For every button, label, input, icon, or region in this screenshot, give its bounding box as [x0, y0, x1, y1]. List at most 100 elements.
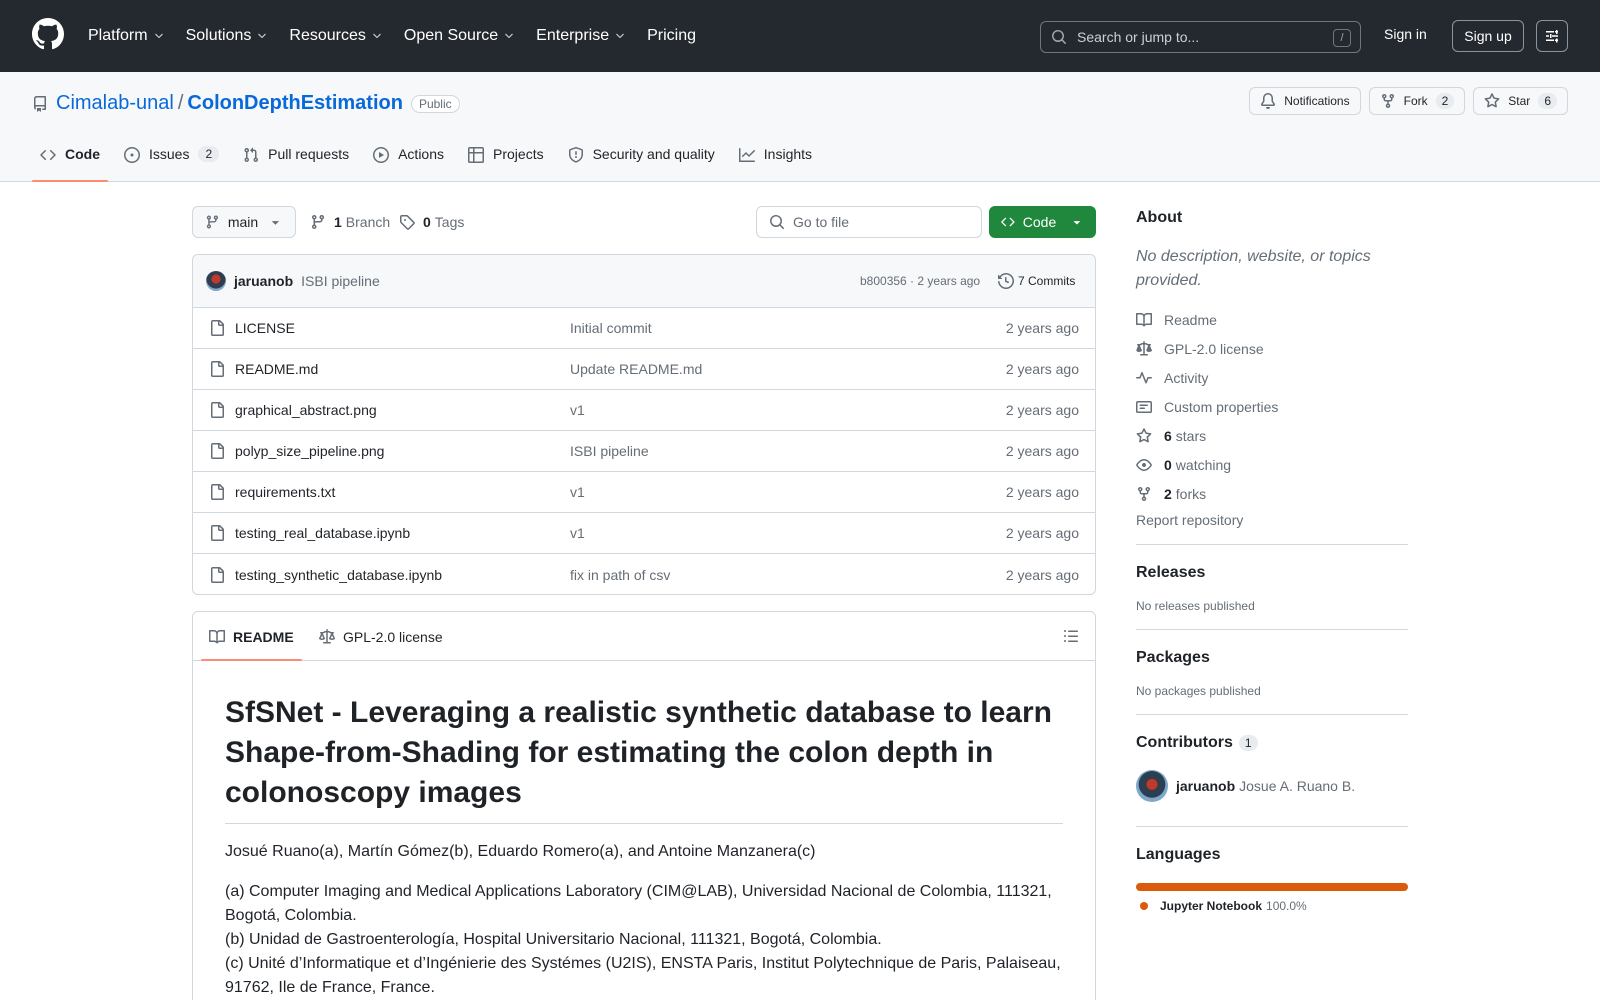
- tab-license[interactable]: GPL-2.0 license: [319, 612, 443, 661]
- search-input[interactable]: Search or jump to... /: [1040, 21, 1361, 53]
- tags-link[interactable]: 0 Tags: [399, 214, 464, 230]
- tab-readme[interactable]: README: [201, 612, 302, 661]
- file-commit-message-link[interactable]: v1: [570, 484, 585, 500]
- activity-link[interactable]: Activity: [1136, 363, 1408, 392]
- sign-up-button[interactable]: Sign up: [1452, 20, 1524, 52]
- appearance-settings-button[interactable]: [1536, 20, 1568, 52]
- tab-insights[interactable]: Insights: [731, 136, 820, 182]
- nav-label: Pricing: [647, 27, 696, 44]
- chevron-down-icon: [154, 33, 163, 39]
- file-name-link[interactable]: requirements.txt: [235, 484, 335, 500]
- commit-message-link[interactable]: ISBI pipeline: [301, 273, 380, 289]
- pulse-icon: [1136, 371, 1152, 383]
- file-commit-age: 2 years ago: [1005, 443, 1079, 459]
- readme-link[interactable]: Readme: [1136, 305, 1408, 334]
- custom-properties-link[interactable]: Custom properties: [1136, 392, 1408, 421]
- file-commit-message-link[interactable]: Update README.md: [570, 361, 702, 377]
- language-name: Jupyter Notebook: [1160, 899, 1263, 913]
- tab-code[interactable]: Code: [32, 136, 108, 182]
- stars-link[interactable]: 6 stars: [1136, 421, 1408, 450]
- sign-in-link[interactable]: Sign in: [1384, 26, 1427, 42]
- nav-open-source[interactable]: Open Source: [404, 27, 515, 45]
- list-outline-icon[interactable]: [1063, 628, 1079, 644]
- branches-link[interactable]: 1 Branch: [310, 214, 390, 230]
- report-repository-link[interactable]: Report repository: [1136, 512, 1408, 528]
- contributor-name: Josue A. Ruano B.: [1239, 778, 1356, 794]
- readme-affiliation-a: (a) Computer Imaging and Medical Applica…: [225, 883, 1052, 924]
- file-commit-message-link[interactable]: fix in path of csv: [570, 567, 670, 583]
- contributors-heading[interactable]: Contributors 1: [1136, 734, 1408, 752]
- stars-label: stars: [1175, 427, 1207, 444]
- star-label: Star: [1508, 94, 1531, 108]
- file-icon: [211, 484, 224, 500]
- tab-label: Projects: [493, 146, 544, 162]
- tab-projects[interactable]: Projects: [460, 136, 552, 182]
- avatar[interactable]: [206, 271, 226, 291]
- divider: [1136, 826, 1408, 827]
- fork-label: Fork: [1403, 94, 1428, 108]
- nav-label: Solutions: [185, 27, 252, 44]
- file-commit-message-link[interactable]: v1: [570, 402, 585, 418]
- code-dropdown-button[interactable]: Code: [989, 206, 1096, 238]
- commits-history-link[interactable]: 7 Commits: [998, 273, 1075, 289]
- nav-enterprise[interactable]: Enterprise: [536, 27, 626, 45]
- forks-link[interactable]: 2 forks: [1136, 479, 1408, 508]
- releases-heading[interactable]: Releases: [1136, 564, 1408, 582]
- watching-link[interactable]: 0 watching: [1136, 450, 1408, 479]
- packages-heading[interactable]: Packages: [1136, 649, 1408, 667]
- repo-icon: [34, 95, 46, 112]
- commit-sha-time[interactable]: b800356 · 2 years ago: [860, 274, 980, 288]
- code-icon: [40, 149, 56, 161]
- fork-button[interactable]: Fork 2: [1368, 87, 1466, 115]
- file-name-link[interactable]: polyp_size_pipeline.png: [235, 443, 384, 459]
- chevron-down-icon: [258, 33, 267, 39]
- nav-resources[interactable]: Resources: [289, 27, 382, 45]
- contributors-count: 1: [1238, 735, 1258, 751]
- nav-solutions[interactable]: Solutions: [186, 27, 269, 45]
- nav-platform[interactable]: Platform: [88, 27, 165, 45]
- file-name-link[interactable]: LICENSE: [235, 320, 295, 336]
- nav-pricing[interactable]: Pricing: [647, 27, 696, 45]
- file-name-link[interactable]: graphical_abstract.png: [235, 402, 377, 418]
- notifications-button[interactable]: Notifications: [1249, 87, 1361, 115]
- search-icon: [770, 215, 784, 229]
- file-row: polyp_size_pipeline.png ISBI pipeline 2 ye…: [193, 431, 1095, 472]
- nav-label: Platform: [88, 27, 148, 44]
- file-row: README.md Update README.md 2 years ago: [193, 349, 1095, 390]
- file-toolbar: main 1 Branch 0 Tags Go to file Code: [192, 206, 1096, 238]
- file-commit-message-link[interactable]: ISBI pipeline: [570, 443, 649, 459]
- tab-security[interactable]: Security and quality: [560, 136, 723, 182]
- tab-pull-requests[interactable]: Pull requests: [235, 136, 357, 182]
- tab-actions[interactable]: Actions: [365, 136, 452, 182]
- visibility-badge: Public: [410, 94, 460, 113]
- branch-label: Branch: [345, 214, 391, 230]
- branch-count: 1: [334, 214, 342, 230]
- code-icon: [1001, 217, 1015, 227]
- about-links: Readme GPL-2.0 license Activity Custom p…: [1136, 305, 1408, 508]
- contributor-item[interactable]: jaruanob Josue A. Ruano B.: [1136, 770, 1408, 802]
- file-commit-message-link[interactable]: v1: [570, 525, 585, 541]
- file-name-link[interactable]: testing_synthetic_database.ipynb: [235, 567, 442, 583]
- branch-selector[interactable]: main: [192, 206, 296, 238]
- repo-name-link[interactable]: ColonDepthEstimation: [187, 92, 403, 115]
- language-item[interactable]: Jupyter Notebook 100.0%: [1136, 899, 1408, 913]
- go-to-file-input[interactable]: Go to file: [756, 206, 982, 238]
- releases-empty-text: No releases published: [1136, 599, 1255, 613]
- issues-count: 2: [198, 146, 220, 162]
- star-button[interactable]: Star 6: [1473, 87, 1568, 115]
- repo-owner-link[interactable]: Cimalab-unal: [56, 92, 174, 115]
- file-name-link[interactable]: testing_real_database.ipynb: [235, 525, 410, 541]
- file-name-link[interactable]: README.md: [235, 361, 318, 377]
- file-commit-age: 2 years ago: [1005, 484, 1079, 500]
- file-icon: [211, 402, 224, 418]
- commit-author-link[interactable]: jaruanob: [234, 273, 293, 289]
- nav-label: Enterprise: [536, 27, 610, 44]
- tab-license-label: GPL-2.0 license: [343, 628, 443, 645]
- tab-issues[interactable]: Issues 2: [116, 136, 227, 182]
- github-logo-icon[interactable]: [32, 18, 64, 50]
- file-commit-message-link[interactable]: Initial commit: [570, 320, 652, 336]
- file-row: LICENSE Initial commit 2 years ago: [193, 308, 1095, 349]
- license-link[interactable]: GPL-2.0 license: [1136, 334, 1408, 363]
- tag-count: 0: [423, 214, 431, 230]
- latest-commit-bar: jaruanob ISBI pipeline b800356 · 2 years…: [193, 255, 1095, 308]
